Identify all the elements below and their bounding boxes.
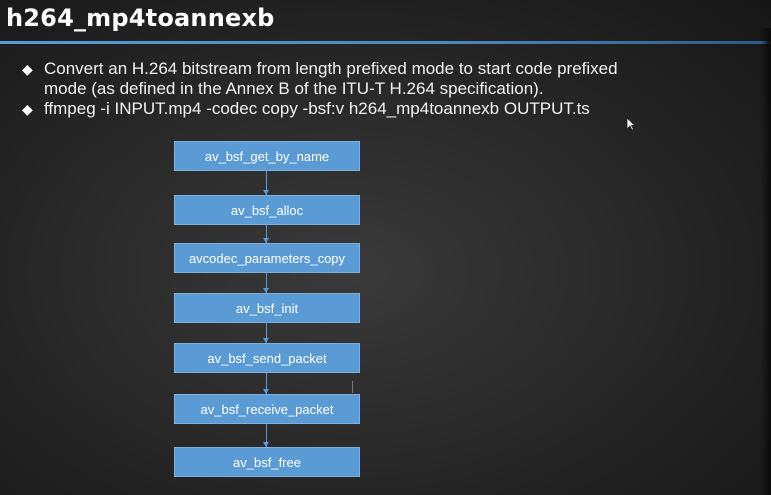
slide: h264_mp4toannexb ◆ Convert an H.264 bits… bbox=[0, 0, 771, 495]
flow-step-send-packet: av_bsf_send_packet bbox=[174, 343, 360, 373]
flow-step-get-by-name: av_bsf_get_by_name bbox=[174, 141, 360, 171]
flow-arrow bbox=[263, 225, 269, 243]
flow-step-alloc: av_bsf_alloc bbox=[174, 195, 360, 225]
flow-step-init: av_bsf_init bbox=[174, 293, 360, 323]
flow-step-parameters-copy: avcodec_parameters_copy bbox=[174, 243, 360, 273]
flow-arrow bbox=[263, 171, 269, 195]
flow-step-receive-packet: av_bsf_receive_packet bbox=[174, 394, 360, 424]
flow-arrow bbox=[263, 273, 269, 293]
divider-mark bbox=[352, 381, 353, 393]
flow-arrow bbox=[263, 373, 269, 394]
frame-edge bbox=[761, 28, 771, 495]
flow-arrow bbox=[263, 424, 269, 447]
flow-step-free: av_bsf_free bbox=[174, 447, 360, 477]
flowchart: av_bsf_get_by_name av_bsf_alloc avcodec_… bbox=[0, 0, 771, 495]
flow-arrow bbox=[263, 323, 269, 343]
